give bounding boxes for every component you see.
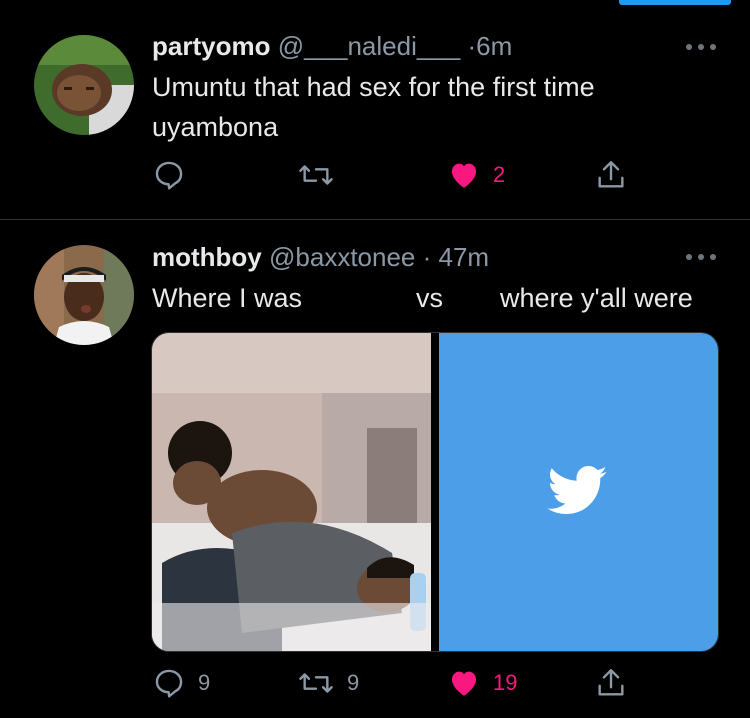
separator-dot: · [415,242,439,272]
tweet-media[interactable] [151,332,719,652]
twitter-bird-icon [547,466,607,514]
like-button[interactable]: 19 [447,666,517,700]
like-count: 19 [493,670,518,695]
reply-button[interactable] [152,158,198,192]
separator-dot: · [467,31,477,61]
like-button[interactable]: 2 [447,158,505,192]
tweet-text-part-1: Where I was [152,283,303,313]
tweet-header: partyomo @___naledi___ ·6m [152,31,512,62]
avatar-photo [34,35,134,135]
tweet-header: mothboy @baxxtonee · 47m [152,242,489,273]
reply-bubble-icon [155,161,183,190]
timestamp[interactable]: 47m [439,242,490,272]
tweet-text: Umuntu that had sex for the first time u… [152,67,595,147]
more-dots-icon[interactable] [683,251,719,263]
tweet-text-part-2: vs [416,283,443,313]
handle[interactable]: @baxxtonee [269,242,415,272]
tweet-text: Where I was vs where y'all were [152,278,732,318]
retweet-button[interactable] [297,158,347,192]
avatar-photo [34,245,134,345]
reply-bubble-icon [155,669,183,698]
share-button[interactable] [594,666,628,700]
media-photo-left[interactable] [152,333,431,651]
share-icon [598,161,624,188]
more-dots-icon[interactable] [683,41,719,53]
retweet-icon [299,673,333,693]
timestamp[interactable]: 6m [476,31,512,61]
tweet-text-part-3: where y'all were [500,283,693,313]
tweet-text-line-1: Umuntu that had sex for the first time [152,72,595,102]
action-bar: 9 9 19 [152,666,652,706]
bedroom-photo [152,333,431,651]
display-name[interactable]: mothboy [152,242,262,272]
heart-icon [451,163,477,188]
reply-button[interactable]: 9 [152,666,210,700]
avatar[interactable] [34,245,134,345]
display-name[interactable]: partyomo [152,31,270,61]
retweet-icon [299,165,333,185]
reply-count: 9 [198,670,211,695]
share-button[interactable] [594,158,628,192]
retweet-count: 9 [347,670,360,695]
tweet-1[interactable]: partyomo @___naledi___ ·6m Umuntu that h… [0,0,750,220]
share-icon [598,669,624,696]
media-panel-right[interactable] [439,333,718,651]
handle[interactable]: @___naledi___ [278,31,461,61]
action-bar: 2 [152,158,652,198]
tweet-2[interactable]: mothboy @baxxtonee · 47m Where I was vs … [0,220,750,718]
like-count: 2 [493,162,506,187]
heart-icon [451,671,477,696]
tweet-text-line-2: uyambona [152,112,279,142]
retweet-button[interactable]: 9 [297,666,359,700]
avatar[interactable] [34,35,134,135]
